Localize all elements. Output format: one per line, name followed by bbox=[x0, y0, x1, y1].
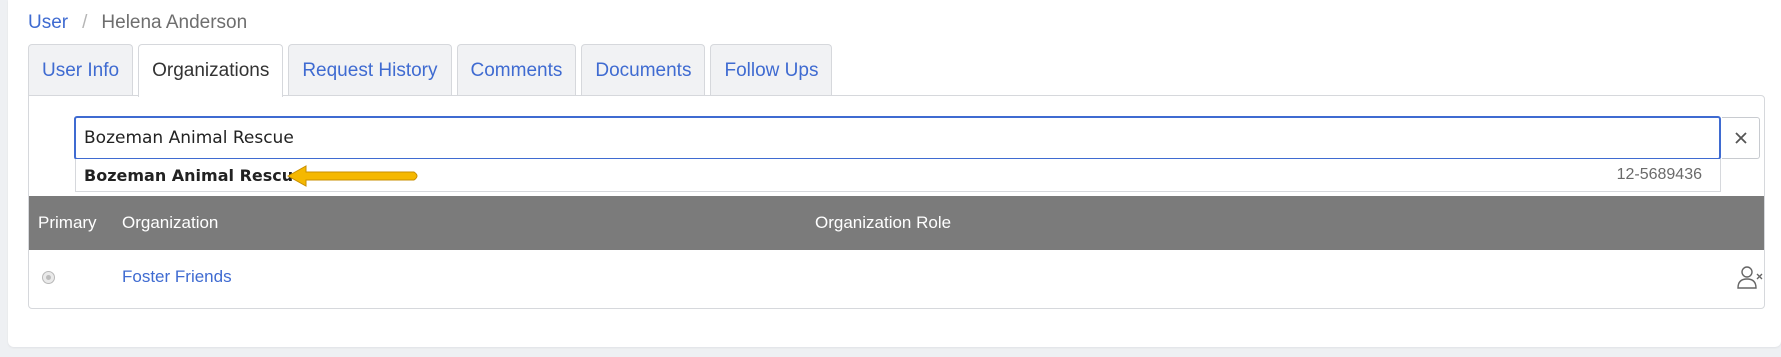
organization-search bbox=[74, 116, 1767, 160]
tab-documents[interactable]: Documents bbox=[581, 44, 706, 96]
suggestion-ein: 12-5689436 bbox=[1616, 166, 1702, 183]
suggestion-name: Bozeman Animal Rescue bbox=[84, 165, 304, 185]
tab-organizations[interactable]: Organizations bbox=[138, 44, 284, 97]
organization-link[interactable]: Foster Friends bbox=[122, 267, 232, 287]
tab-comments[interactable]: Comments bbox=[456, 44, 577, 96]
table-header: Primary Organization Organization Role bbox=[29, 196, 1764, 250]
organization-search-input[interactable] bbox=[74, 116, 1721, 160]
tab-request-history[interactable]: Request History bbox=[288, 44, 452, 96]
arrow-pointer-icon bbox=[286, 165, 418, 187]
tab-user-info[interactable]: User Info bbox=[28, 44, 134, 96]
column-header-organization: Organization bbox=[122, 213, 219, 232]
remove-user-button[interactable] bbox=[1737, 265, 1763, 289]
table-row: Foster Friends bbox=[29, 250, 1764, 306]
column-header-organization-role: Organization Role bbox=[815, 213, 952, 232]
close-icon bbox=[1734, 132, 1747, 144]
search-suggestion-item[interactable]: Bozeman Animal Rescue 12-5689436 bbox=[75, 159, 1721, 192]
tab-follow-ups[interactable]: Follow Ups bbox=[710, 44, 833, 96]
breadcrumb: User / Helena Anderson bbox=[28, 12, 247, 34]
column-header-primary: Primary bbox=[38, 213, 97, 232]
organizations-panel: Bozeman Animal Rescue 12-5689436 Primary… bbox=[28, 95, 1765, 309]
remove-user-icon bbox=[1737, 266, 1763, 289]
breadcrumb-user-link[interactable]: User bbox=[28, 12, 68, 34]
breadcrumb-separator: / bbox=[82, 12, 88, 33]
page: User / Helena Anderson User Info Organiz… bbox=[8, 0, 1781, 347]
tab-bar: User Info Organizations Request History … bbox=[28, 44, 833, 97]
primary-radio[interactable] bbox=[42, 271, 55, 284]
clear-search-button[interactable] bbox=[1722, 117, 1760, 159]
breadcrumb-current: Helena Anderson bbox=[101, 12, 248, 33]
